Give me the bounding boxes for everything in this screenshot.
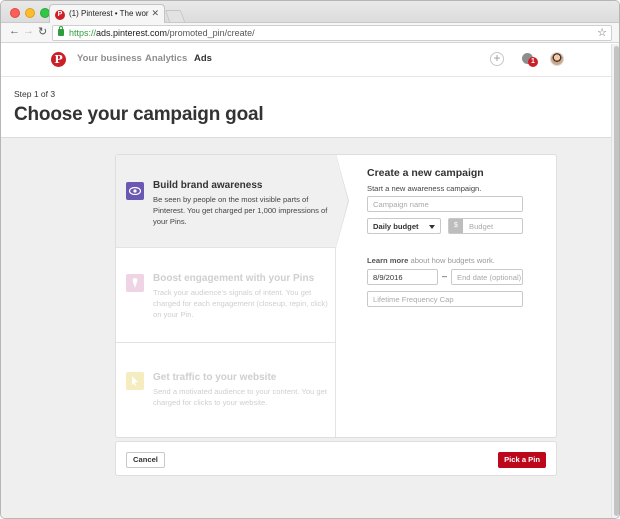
goal-title: Get traffic to your website [153,372,277,383]
nav-ads[interactable]: Ads [194,53,212,64]
campaign-goal-card: Build brand awareness Be seen by people … [115,154,557,438]
selection-arrow-fill [336,155,348,247]
goal-description: Track your audience's signals of intent.… [153,288,328,319]
step-indicator: Step 1 of 3 [14,89,56,99]
pick-a-pin-button[interactable]: Pick a Pin [498,452,546,468]
avatar[interactable] [550,52,564,66]
address-bar[interactable]: https://ads.pinterest.com/promoted_pin/c… [52,25,612,41]
goal-title: Boost engagement with your Pins [153,273,315,284]
new-tab-button[interactable] [164,10,186,22]
browser-tab[interactable]: P (1) Pinterest • The world's cata ✕ [49,4,165,24]
browser-toolbar: ← → ↻ https://ads.pinterest.com/promoted… [1,23,619,43]
dollar-icon: $ [449,219,463,233]
cancel-button[interactable]: Cancel [126,452,165,468]
budget-type-value: Daily budget [373,222,419,231]
close-window-button[interactable] [10,8,20,18]
browser-window: P (1) Pinterest • The world's cata ✕ ← →… [0,0,620,519]
goal-description: Be seen by people on the most visible pa… [153,195,328,226]
minimize-window-button[interactable] [25,8,35,18]
page-title: Choose your campaign goal [14,104,264,125]
goal-boost-engagement[interactable]: Boost engagement with your Pins Track yo… [116,248,336,343]
form-footer: Cancel Pick a Pin [115,441,557,476]
budget-input[interactable]: $ Budget [448,218,523,234]
title-bar: P (1) Pinterest • The world's cata ✕ [1,1,619,24]
pinterest-logo-icon[interactable]: P [51,52,66,67]
campaign-name-input[interactable]: Campaign name [367,196,523,212]
frequency-cap-input[interactable]: Lifetime Frequency Cap [367,291,523,307]
cursor-icon [126,372,144,390]
main-content: Build brand awareness Be seen by people … [1,138,611,518]
forward-arrow-icon[interactable]: → [23,25,34,37]
start-date-input[interactable]: 8/9/2016 [367,269,438,285]
eye-icon [126,182,144,200]
notification-badge: 1 [528,57,538,67]
goal-build-brand-awareness[interactable]: Build brand awareness Be seen by people … [116,155,336,248]
tab-title: (1) Pinterest • The world's cata [69,9,149,18]
pinterest-favicon-icon: P [55,10,65,20]
app-header: P Your business Analytics Ads + 1 [1,44,611,76]
budget-type-select[interactable]: Daily budget [367,218,441,234]
goal-list: Build brand awareness Be seen by people … [116,154,349,437]
nav-your-business[interactable]: Your business [77,53,142,64]
form-title: Create a new campaign [367,167,484,179]
page-header: Step 1 of 3 Choose your campaign goal [1,76,611,138]
create-plus-button[interactable]: + [490,52,504,66]
bookmark-star-icon[interactable]: ☆ [597,26,607,39]
nav-analytics[interactable]: Analytics [145,53,187,64]
tab-close-icon[interactable]: ✕ [151,8,159,19]
pin-icon [126,274,144,292]
url-text[interactable]: https://ads.pinterest.com/promoted_pin/c… [69,28,255,38]
date-range-separator: – [442,271,448,281]
vertical-scrollbar[interactable] [611,44,619,518]
learn-more-link[interactable]: Learn more [367,256,408,265]
goal-description: Send a motivated audience to your conten… [153,387,327,407]
end-date-input[interactable]: End date (optional) [451,269,523,285]
goal-get-traffic[interactable]: Get traffic to your website Send a motiv… [116,343,336,437]
back-arrow-icon[interactable]: ← [9,25,20,37]
chevron-down-icon [429,225,435,229]
goal-title: Build brand awareness [153,180,263,191]
reload-icon[interactable]: ↻ [38,25,47,38]
form-subtitle: Start a new awareness campaign. [367,184,482,193]
learn-more-text: Learn more about how budgets work. [367,256,495,265]
scrollbar-thumb[interactable] [614,46,619,516]
lock-icon [58,26,64,36]
budget-placeholder: Budget [469,222,494,231]
